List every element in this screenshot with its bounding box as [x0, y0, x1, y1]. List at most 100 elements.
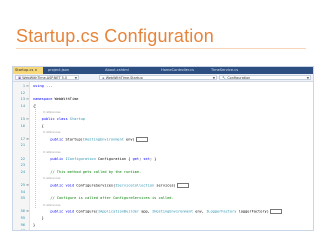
- collapse-icon[interactable]: ⊟: [26, 117, 29, 122]
- line-number: 96: [20, 222, 25, 227]
- code-editor[interactable]: 1 ⊟ using ... 12 13 ⊟ namespace WebWithTime 14{…: [13, 82, 313, 230]
- line-number: 12: [20, 90, 25, 95]
- line-number: 15: [20, 117, 25, 121]
- document-tab-bar: Startup.cs× project.json About.cshtml Ho…: [13, 67, 313, 74]
- csharp-project-icon: ▣: [18, 76, 22, 80]
- keyword-token: public class: [41, 117, 68, 121]
- keyword-token: public: [50, 156, 64, 161]
- references-label[interactable]: 0 references: [43, 110, 60, 115]
- tab-startup-cs[interactable]: Startup.cs×: [13, 67, 43, 74]
- member-dropdown[interactable]: 🔧 Configuration ▼: [219, 75, 311, 80]
- line-number: 17: [20, 136, 25, 141]
- collapsed-region-box[interactable]: [176, 183, 189, 188]
- collapsed-region-box[interactable]: [269, 209, 282, 215]
- code-text: public void ConfigureServices(IServiceCo…: [33, 183, 189, 188]
- code-token: WebWithTime: [52, 97, 79, 102]
- code-text: }: [33, 216, 44, 221]
- line-number: 55: [20, 196, 25, 201]
- tab-about-cshtml[interactable]: About.cshtml: [105, 67, 137, 74]
- references-label[interactable]: 0 references: [43, 150, 60, 155]
- type-token: Startup: [69, 117, 85, 121]
- code-line: 1 ⊟ using ...: [13, 84, 313, 89]
- collapsed-region-box[interactable]: [135, 136, 148, 142]
- type-token: IServiceCollection: [115, 183, 155, 188]
- line-number: 54: [20, 189, 25, 194]
- code-token: services): [154, 183, 176, 188]
- navigation-bar: ▣ WebWithTime.ASP.NET 5.0 ▼ ◈ WebWithTim…: [13, 74, 313, 82]
- tab-label: Startup.cs: [15, 68, 34, 72]
- code-token: {: [33, 123, 44, 128]
- code-line: 95 }: [13, 216, 313, 221]
- code-text: using ...: [33, 84, 52, 89]
- code-lens-references[interactable]: 0 references: [13, 203, 313, 208]
- tab-time-service[interactable]: TimeService.cs: [211, 67, 251, 74]
- code-token: ConfigureServices(: [74, 183, 116, 188]
- code-text: {: [33, 104, 35, 109]
- code-text: // Configure is called after ConfigureSe…: [33, 196, 173, 201]
- type-token: ILoggerFactory: [206, 209, 237, 214]
- expand-icon[interactable]: ⊞: [26, 137, 29, 142]
- project-dropdown[interactable]: ▣ WebWithTime.ASP.NET 5.0 ▼: [15, 75, 79, 80]
- code-text: {: [33, 124, 44, 129]
- close-icon[interactable]: ×: [34, 68, 37, 72]
- project-dropdown-value: WebWithTime.ASP.NET 5.0: [22, 76, 68, 80]
- code-lens-references[interactable]: 0 references: [13, 176, 313, 181]
- code-lens-references[interactable]: 0 references: [13, 110, 313, 115]
- keyword-token: public void: [50, 183, 75, 188]
- expand-icon[interactable]: ⊞: [26, 183, 29, 188]
- code-line: 14 {: [13, 104, 313, 109]
- code-text: public IConfiguration Configuration { ge…: [33, 157, 156, 162]
- line-number: 14: [20, 103, 25, 108]
- type-token: IApplicationBuilder: [97, 209, 140, 214]
- class-dropdown[interactable]: ◈ WebWithTime.Startup ▼: [99, 75, 217, 80]
- comment-token: // This method gets called by the runtim…: [50, 169, 142, 174]
- line-number: 21: [20, 143, 25, 148]
- line-number: 56: [20, 209, 25, 214]
- line-number: 1: [22, 84, 25, 88]
- tab-project-json[interactable]: project.json: [48, 67, 78, 74]
- class-icon: ◈: [102, 76, 105, 80]
- member-dropdown-value: Configuration: [227, 76, 251, 80]
- code-token: env,: [193, 209, 207, 214]
- line-number: 95: [20, 216, 25, 220]
- collapse-icon[interactable]: ⊟: [26, 97, 29, 102]
- code-token: app,: [139, 209, 153, 214]
- code-line: 96}: [13, 223, 313, 228]
- line-number: 16: [20, 123, 25, 128]
- code-token: Configuration {: [95, 156, 133, 161]
- keyword-token: public: [50, 137, 64, 142]
- code-token: Startup(: [63, 137, 83, 142]
- slide-title: Startup.cs Configuration: [16, 26, 214, 46]
- code-line: 21: [13, 143, 313, 148]
- property-icon: 🔧: [222, 76, 227, 80]
- code-token: Configure(: [74, 209, 98, 214]
- code-lens-references[interactable]: 0 references: [13, 150, 313, 155]
- collapse-icon[interactable]: ⊟: [26, 84, 29, 89]
- code-line: 56 ⊞ public void Configure(IApplicationBu…: [13, 209, 313, 215]
- tab-home-controller[interactable]: HomeController.cs: [161, 67, 203, 74]
- code-token: }: [33, 222, 36, 227]
- code-line: 17 ⊞ public Startup(IHostingEnvironment e…: [13, 136, 313, 142]
- code-text: public void Configure(IApplicationBuilde…: [33, 209, 282, 215]
- class-dropdown-value: WebWithTime.Startup: [105, 76, 143, 80]
- keyword-token: namespace: [33, 97, 53, 102]
- code-token: {: [33, 103, 36, 108]
- references-label[interactable]: 0 references: [43, 130, 60, 135]
- expand-icon[interactable]: ⊞: [26, 209, 29, 214]
- references-label[interactable]: 0 references: [43, 203, 60, 208]
- code-lens-references[interactable]: 0 references: [13, 130, 313, 135]
- code-line: 55 // Configure is called after Configur…: [13, 196, 313, 201]
- line-number: 13: [20, 97, 25, 102]
- code-text: namespace WebWithTime: [33, 97, 78, 102]
- code-line: 12: [13, 91, 313, 96]
- type-token: IHostingEnvironment: [82, 137, 124, 142]
- code-line: 22 public IConfiguration Configuration {…: [13, 157, 313, 162]
- code-line: 16 {: [13, 124, 313, 129]
- chevron-down-icon: ▼: [212, 76, 215, 80]
- references-label[interactable]: 0 references: [43, 176, 60, 181]
